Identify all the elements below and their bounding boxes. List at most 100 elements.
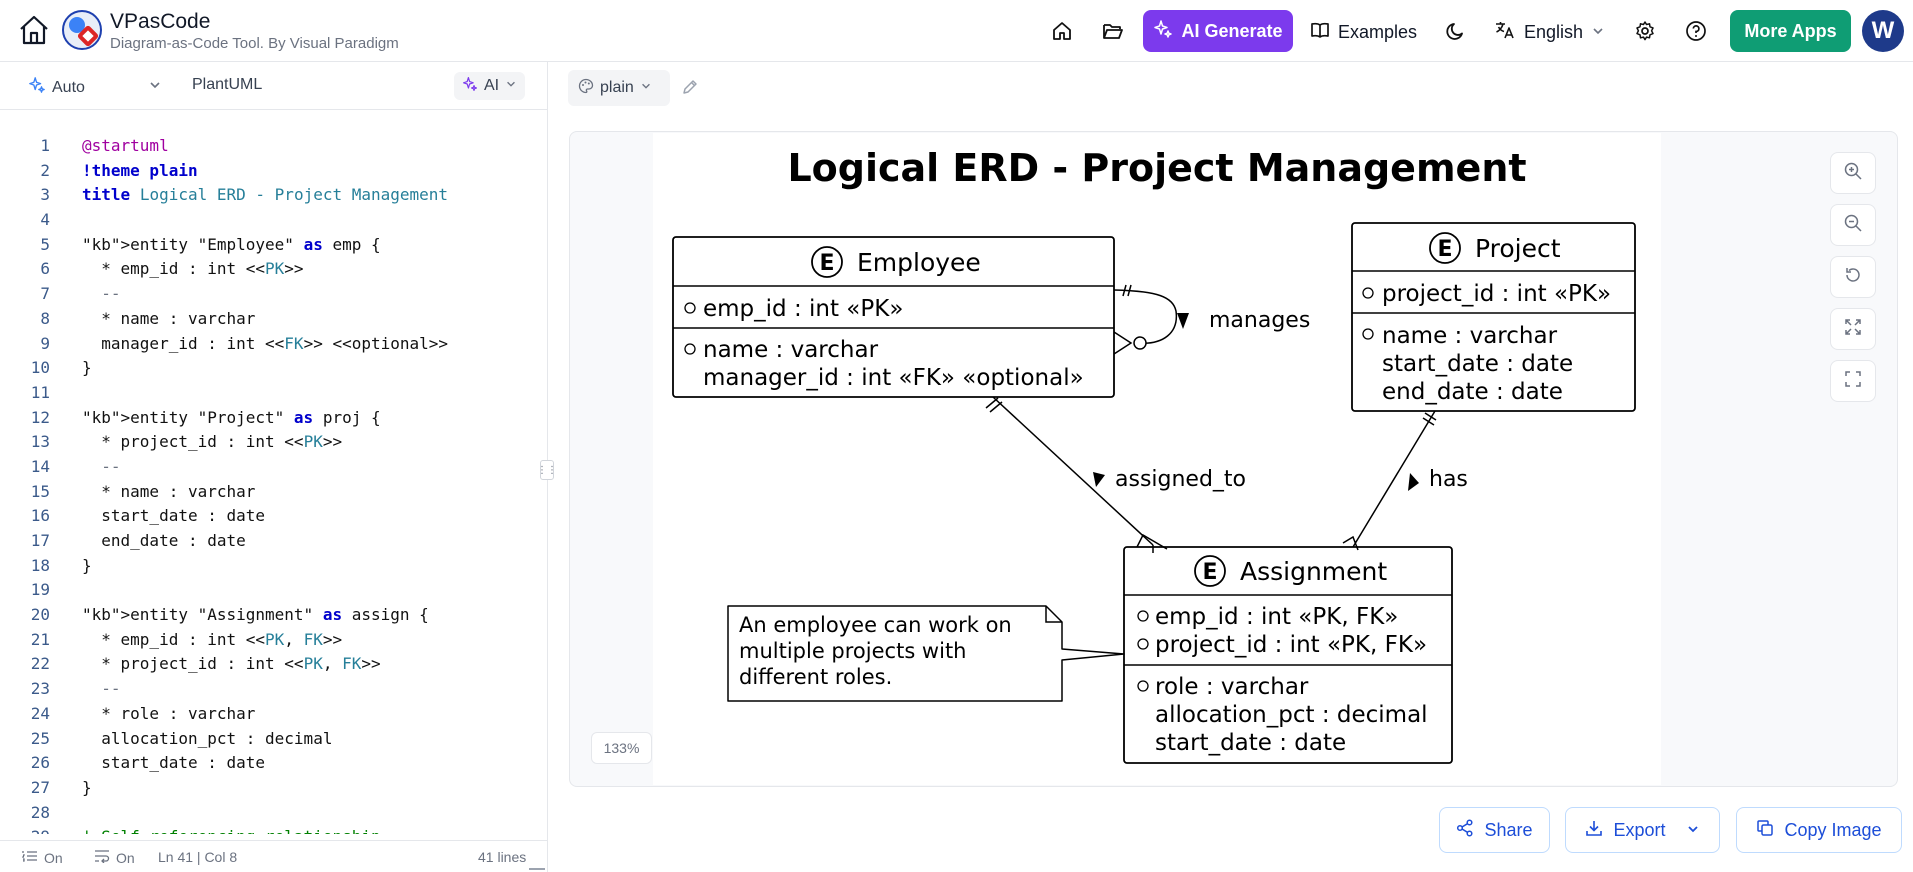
line-number: 29 (0, 825, 50, 834)
code-line[interactable]: 9 manager_id : int <<FK>> <<optional>> (0, 332, 530, 357)
export-button[interactable]: Export (1565, 807, 1720, 853)
line-number: 12 (30, 407, 50, 427)
entity-employee[interactable]: E Employee emp_id : int «PK» name : varc… (672, 236, 1115, 398)
panel-resize-handle[interactable]: ⋮⋮ (537, 460, 557, 480)
help-icon[interactable] (1682, 17, 1710, 45)
line-number: 19 (30, 580, 50, 600)
code-line[interactable]: 5 "kb">entity "Employee" as emp { (0, 233, 530, 258)
code-text: * emp_id : int <<PK, FK>> (82, 629, 343, 649)
ai-assist-button[interactable]: AI (454, 72, 526, 100)
more-apps-button[interactable]: More Apps (1730, 10, 1851, 52)
chevron-down-icon[interactable] (148, 78, 162, 97)
book-icon (1310, 20, 1330, 45)
entity-attr: role : varchar (1155, 674, 1309, 700)
code-line[interactable]: 24 * role : varchar (0, 702, 530, 727)
code-line[interactable]: 12 "kb">entity "Project" as proj { (0, 406, 530, 431)
code-line[interactable]: 23 -- (0, 677, 530, 702)
code-editor[interactable]: 1 @startuml 2 !theme plain 3 title Logical ER… (0, 134, 530, 834)
ai-label: AI (484, 77, 500, 94)
fullscreen-button[interactable] (1830, 360, 1876, 402)
fit-to-screen-button[interactable] (1830, 308, 1876, 350)
code-line[interactable]: 25 allocation_pct : decimal (0, 727, 530, 752)
code-text: allocation_pct : decimal (82, 728, 333, 748)
share-button[interactable]: Share (1439, 807, 1550, 853)
code-line[interactable]: 2 !theme plain (0, 159, 530, 184)
code-line[interactable]: 21 * emp_id : int <<PK, FK>> (0, 628, 530, 653)
code-line[interactable]: 17 end_date : date (0, 529, 530, 554)
chevron-down-icon (1591, 22, 1605, 43)
code-line[interactable]: 6 * emp_id : int <<PK>> (0, 257, 530, 282)
code-line[interactable]: 27} (0, 776, 530, 801)
app-logo (62, 10, 102, 50)
code-line[interactable]: 1 @startuml (0, 134, 530, 159)
examples-label: Examples (1338, 21, 1418, 42)
copy-image-button[interactable]: Copy Image (1736, 807, 1902, 853)
toggle-label: On (44, 849, 63, 866)
code-line[interactable]: 13 * project_id : int <<PK>> (0, 430, 530, 455)
relation-manages: manages (1113, 284, 1310, 355)
code-text: * project_id : int <<PK, FK>> (82, 654, 381, 674)
code-text: -- (101, 679, 121, 699)
code-line[interactable]: 16 start_date : date (0, 504, 530, 529)
zoom-out-button[interactable] (1830, 204, 1876, 246)
entity-attr: start_date : date (1155, 730, 1346, 756)
language-selector[interactable]: English (1494, 18, 1605, 46)
folder-open-icon[interactable] (1099, 17, 1127, 45)
settings-gear-icon[interactable] (1631, 17, 1659, 45)
sparkle-icon (28, 76, 46, 99)
code-line[interactable]: 7 -- (0, 282, 530, 307)
code-line[interactable]: 20 "kb">entity "Assignment" as assign { (0, 603, 530, 628)
export-label: Export (1613, 819, 1666, 840)
home-icon[interactable] (16, 12, 52, 48)
code-line[interactable]: 14 -- (0, 455, 530, 480)
line-number: 6 (40, 259, 50, 279)
pencil-icon[interactable] (680, 77, 700, 102)
relation-assigned-to: assigned_to (985, 396, 1246, 553)
entity-pk: project_id : int «PK, FK» (1155, 632, 1427, 658)
code-line[interactable]: 4 (0, 208, 530, 233)
examples-button[interactable]: Examples (1310, 18, 1417, 46)
code-line[interactable]: 3 title Logical ERD - Project Management (0, 183, 530, 208)
user-avatar[interactable]: W (1862, 10, 1904, 52)
dark-mode-moon-icon[interactable] (1442, 17, 1470, 45)
entity-assignment[interactable]: E Assignment emp_id : int «PK, FK» proje… (1123, 546, 1453, 764)
line-number: 23 (30, 679, 50, 699)
theme-selector[interactable]: plain (568, 70, 670, 106)
code-line[interactable]: 26 start_date : date (0, 751, 530, 776)
share-label: Share (1484, 819, 1533, 840)
code-line[interactable]: 15 * name : varchar (0, 480, 530, 505)
code-text: -- (101, 284, 121, 304)
entity-pk: emp_id : int «PK, FK» (1155, 604, 1398, 630)
code-line[interactable]: 11 (0, 381, 530, 406)
home-nav-icon[interactable] (1048, 17, 1076, 45)
zoom-in-icon (1843, 161, 1863, 186)
code-line[interactable]: 29' Self-referencing relationship (0, 825, 530, 834)
code-line[interactable]: 8 * name : varchar (0, 307, 530, 332)
code-line[interactable]: 22 * project_id : int <<PK, FK>> (0, 652, 530, 677)
share-icon (1456, 818, 1474, 842)
word-wrap-toggle[interactable]: On (94, 849, 135, 866)
mode-selector[interactable]: Auto (28, 76, 85, 99)
chevron-down-icon (1686, 820, 1700, 841)
ai-generate-button[interactable]: AI Generate (1143, 10, 1293, 52)
zoom-level: 133% (591, 732, 652, 764)
code-text: * emp_id : int <<PK>> (82, 259, 304, 279)
code-text: end_date : date (82, 531, 246, 550)
line-number: 8 (40, 308, 50, 328)
code-line[interactable]: 18} (0, 554, 530, 579)
zoom-in-button[interactable] (1830, 152, 1876, 194)
code-line[interactable]: 28 (0, 801, 530, 826)
line-number: 28 (30, 802, 50, 822)
line-number: 10 (30, 358, 50, 378)
line-number: 7 (40, 284, 50, 304)
editor-toolbar: Auto PlantUML AI (0, 62, 548, 110)
wrap-icon (94, 849, 110, 866)
status-bar: On On Ln 41 | Col 8 41 lines (0, 840, 548, 872)
code-line[interactable]: 10} (0, 356, 530, 381)
line-numbers-toggle[interactable]: On (21, 849, 63, 866)
entity-project[interactable]: E Project project_id : int «PK» name : v… (1351, 222, 1636, 412)
code-line[interactable]: 19 (0, 578, 530, 603)
language-label[interactable]: PlantUML (192, 76, 262, 94)
reset-view-button[interactable] (1830, 256, 1876, 298)
